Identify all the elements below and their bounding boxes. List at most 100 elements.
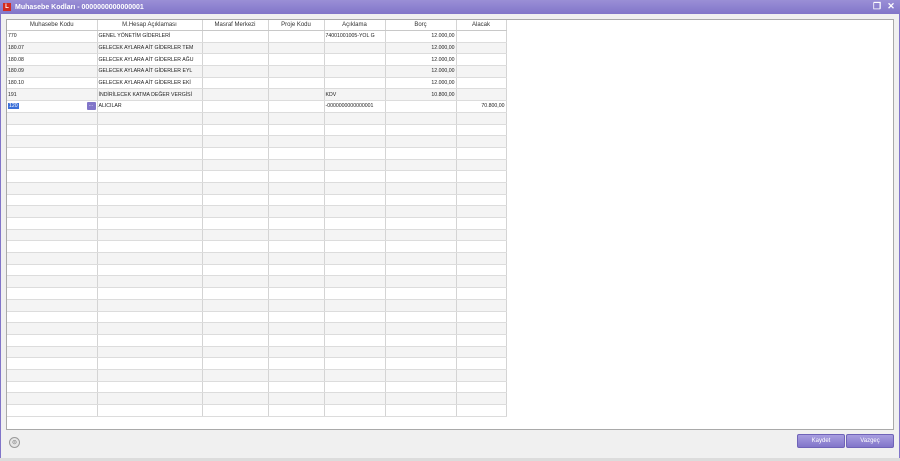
table-cell[interactable]	[268, 135, 325, 148]
table-cell[interactable]	[324, 264, 386, 277]
table-cell[interactable]	[97, 392, 203, 405]
table-cell[interactable]	[268, 334, 325, 347]
table-cell[interactable]: GENEL YÖNETİM GİDERLERİ	[97, 30, 203, 43]
table-cell[interactable]	[97, 346, 203, 359]
table-cell[interactable]	[202, 182, 269, 195]
table-cell[interactable]	[202, 65, 269, 78]
table-cell[interactable]	[202, 124, 269, 137]
table-cell[interactable]	[268, 194, 325, 207]
table-cell[interactable]	[385, 322, 457, 335]
table-cell[interactable]	[324, 182, 386, 195]
table-cell[interactable]	[456, 299, 507, 312]
table-cell[interactable]	[7, 217, 98, 230]
column-header[interactable]: Alacak	[456, 20, 507, 31]
table-cell[interactable]	[385, 264, 457, 277]
table-cell[interactable]	[456, 334, 507, 347]
table-cell[interactable]	[456, 357, 507, 370]
empty-row[interactable]	[7, 124, 507, 137]
table-cell[interactable]	[97, 275, 203, 289]
table-cell[interactable]	[97, 334, 203, 347]
table-cell[interactable]	[97, 322, 203, 335]
table-cell[interactable]: GELECEK AYLARA AİT GİDERLER TEM	[97, 42, 203, 55]
table-cell[interactable]	[385, 170, 457, 183]
table-cell[interactable]	[456, 112, 507, 125]
table-cell[interactable]	[7, 147, 98, 160]
table-cell[interactable]	[7, 229, 98, 242]
table-cell[interactable]	[7, 205, 98, 218]
table-cell[interactable]	[385, 205, 457, 218]
table-cell[interactable]	[385, 124, 457, 137]
empty-row[interactable]	[7, 311, 507, 324]
table-cell[interactable]	[456, 159, 507, 172]
table-cell[interactable]: GELECEK AYLARA AİT GİDERLER AĞU	[97, 53, 203, 67]
table-cell[interactable]	[7, 392, 98, 405]
table-cell[interactable]	[324, 159, 386, 172]
table-cell[interactable]	[268, 53, 325, 67]
table-cell[interactable]	[268, 65, 325, 78]
table-cell[interactable]	[202, 311, 269, 324]
table-cell[interactable]	[268, 252, 325, 265]
table-cell[interactable]	[7, 159, 98, 172]
table-cell[interactable]	[385, 334, 457, 347]
empty-row[interactable]	[7, 147, 507, 160]
table-cell[interactable]	[268, 275, 325, 289]
table-cell[interactable]: 12.000,00	[385, 65, 457, 78]
table-cell[interactable]	[456, 65, 507, 78]
table-cell[interactable]	[7, 112, 98, 125]
table-cell[interactable]	[97, 311, 203, 324]
table-cell[interactable]: 12.000,00	[385, 42, 457, 55]
table-cell[interactable]	[7, 252, 98, 265]
table-cell[interactable]	[202, 77, 269, 90]
table-cell[interactable]	[202, 392, 269, 405]
table-cell[interactable]	[385, 369, 457, 382]
table-cell[interactable]	[324, 77, 386, 90]
table-cell[interactable]	[324, 147, 386, 160]
table-cell[interactable]	[202, 404, 269, 417]
table-cell[interactable]	[385, 346, 457, 359]
table-cell[interactable]: 180.10	[7, 77, 98, 90]
table-cell[interactable]	[456, 124, 507, 137]
table-cell[interactable]	[324, 311, 386, 324]
empty-row[interactable]	[7, 135, 507, 148]
table-cell[interactable]	[202, 100, 269, 113]
table-cell[interactable]	[7, 369, 98, 382]
empty-row[interactable]	[7, 357, 507, 370]
table-cell[interactable]	[324, 299, 386, 312]
empty-row[interactable]	[7, 299, 507, 312]
table-cell[interactable]	[97, 240, 203, 254]
table-cell[interactable]	[268, 170, 325, 183]
table-cell[interactable]	[456, 88, 507, 102]
table-cell[interactable]	[97, 404, 203, 417]
table-cell[interactable]	[456, 42, 507, 55]
table-cell[interactable]	[97, 159, 203, 172]
table-cell[interactable]	[202, 346, 269, 359]
table-cell[interactable]	[385, 404, 457, 417]
cancel-button[interactable]: Vazgeç	[846, 434, 894, 448]
table-cell[interactable]	[202, 357, 269, 370]
table-cell[interactable]	[7, 240, 98, 254]
table-cell[interactable]	[202, 264, 269, 277]
table-cell[interactable]: -0000000000000001	[324, 100, 386, 113]
table-cell[interactable]	[202, 159, 269, 172]
table-cell[interactable]	[202, 194, 269, 207]
table-cell[interactable]: 120...	[7, 100, 98, 113]
table-cell[interactable]	[202, 205, 269, 218]
table-cell[interactable]	[385, 135, 457, 148]
table-cell[interactable]	[324, 42, 386, 55]
table-cell[interactable]	[97, 194, 203, 207]
empty-row[interactable]	[7, 229, 507, 242]
table-cell[interactable]	[97, 217, 203, 230]
table-cell[interactable]	[7, 404, 98, 417]
empty-row[interactable]	[7, 346, 507, 359]
table-cell[interactable]	[385, 392, 457, 405]
table-cell[interactable]	[456, 30, 507, 43]
table-cell[interactable]	[7, 299, 98, 312]
column-header[interactable]: M.Hesap Açıklaması	[97, 20, 203, 31]
table-cell[interactable]: 70.800,00	[456, 100, 507, 113]
table-cell[interactable]	[268, 77, 325, 90]
table-cell[interactable]	[97, 287, 203, 300]
table-cell[interactable]	[456, 182, 507, 195]
table-cell[interactable]: 180.09	[7, 65, 98, 78]
table-cell[interactable]	[324, 357, 386, 370]
table-cell[interactable]	[268, 229, 325, 242]
